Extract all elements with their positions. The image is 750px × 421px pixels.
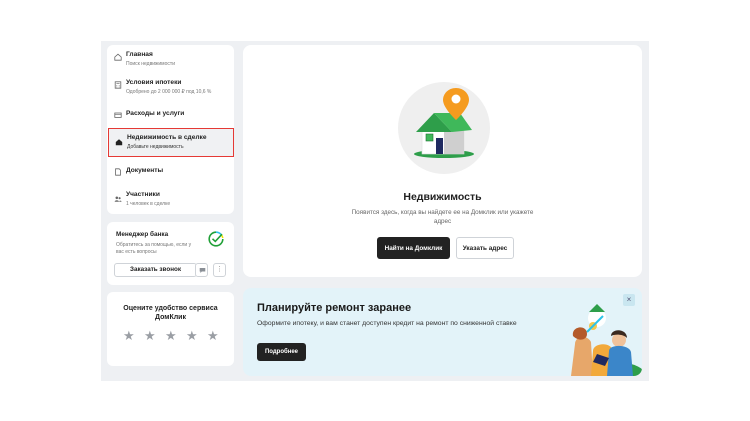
sidebar-item-label: Участники [126, 191, 160, 198]
sidebar-item-label: Расходы и услуги [126, 110, 185, 117]
promo-title: Планируйте ремонт заранее [257, 302, 412, 314]
couple-renovation-illustration [571, 304, 642, 376]
sidebar-item-label: Главная [126, 51, 153, 58]
home-icon [114, 53, 122, 61]
enter-address-button[interactable]: Указать адрес [456, 237, 514, 259]
people-icon [114, 196, 122, 202]
wallet-icon [114, 112, 122, 118]
renovation-promo-banner: Планируйте ремонт заранее Оформите ипоте… [243, 288, 642, 376]
sidebar-item-documents[interactable]: Документы [107, 160, 234, 186]
chat-button[interactable] [195, 263, 208, 277]
rating-card: Оцените удобство сервиса ДомКлик ★ ★ ★ ★ ★ [107, 292, 234, 366]
sidebar-item-property[interactable]: Недвижимость в сделке Добавьте недвижимо… [108, 128, 234, 157]
sidebar-item-mortgage[interactable]: Условия ипотеки Одобрено до 2 000 000 ₽ … [107, 76, 234, 102]
chat-icon [199, 268, 205, 273]
more-details-button[interactable]: Подробнее [257, 343, 306, 361]
manager-title: Менеджер банка [116, 231, 169, 238]
sidebar-item-label: Документы [126, 167, 164, 174]
promo-text: Оформите ипотеку, и вам станет доступен … [257, 320, 517, 327]
sidebar-item-subtitle: Добавьте недвижимость [127, 144, 184, 150]
sidebar-item-subtitle: Одобрено до 2 000 000 ₽ под 10,6 % [126, 89, 212, 95]
sidebar-item-label: Недвижимость в сделке [127, 134, 207, 141]
property-card: Недвижимость Появится здесь, когда вы на… [243, 45, 642, 277]
sidebar-item-label: Условия ипотеки [126, 79, 182, 86]
star-icon[interactable]: ★ [123, 329, 135, 342]
rating-stars: ★ ★ ★ ★ ★ [123, 327, 219, 345]
sidebar-item-expenses[interactable]: Расходы и услуги [107, 103, 234, 129]
star-icon[interactable]: ★ [144, 329, 156, 342]
rating-title: Оцените удобство сервиса ДомКлик [123, 305, 218, 321]
bank-manager-card: Менеджер банка Обратитесь за помощью, ес… [107, 222, 234, 285]
sidebar-item-subtitle: Поиск недвижимости [126, 61, 175, 67]
sidebar-item-subtitle: 1 человек в сделке [126, 201, 171, 207]
close-banner-button[interactable]: × [623, 294, 635, 306]
order-call-button[interactable]: Заказать звонок [114, 263, 197, 277]
star-icon[interactable]: ★ [186, 329, 198, 342]
property-title: Недвижимость [403, 191, 482, 203]
calculator-icon [114, 81, 122, 89]
sber-logo-icon [208, 231, 224, 247]
house-pin-icon [414, 88, 474, 158]
more-button[interactable]: ⋮ [213, 263, 226, 277]
house-filled-icon [115, 139, 123, 146]
find-on-domclick-button[interactable]: Найти на Домклик [377, 237, 450, 259]
star-icon[interactable]: ★ [165, 329, 177, 342]
sidebar-nav: Главная Поиск недвижимости Условия ипоте… [107, 45, 234, 214]
manager-description: Обратитесь за помощью, если у вас есть в… [116, 242, 192, 255]
more-icon: ⋮ [216, 266, 223, 273]
property-description: Появится здесь, когда вы найдете ее на Д… [351, 209, 534, 225]
house-illustration [398, 82, 490, 174]
sidebar-item-participants[interactable]: Участники 1 человек в сделке [107, 188, 234, 214]
sidebar-item-home[interactable]: Главная Поиск недвижимости [107, 48, 234, 74]
star-icon[interactable]: ★ [207, 329, 219, 342]
document-icon [115, 168, 121, 176]
